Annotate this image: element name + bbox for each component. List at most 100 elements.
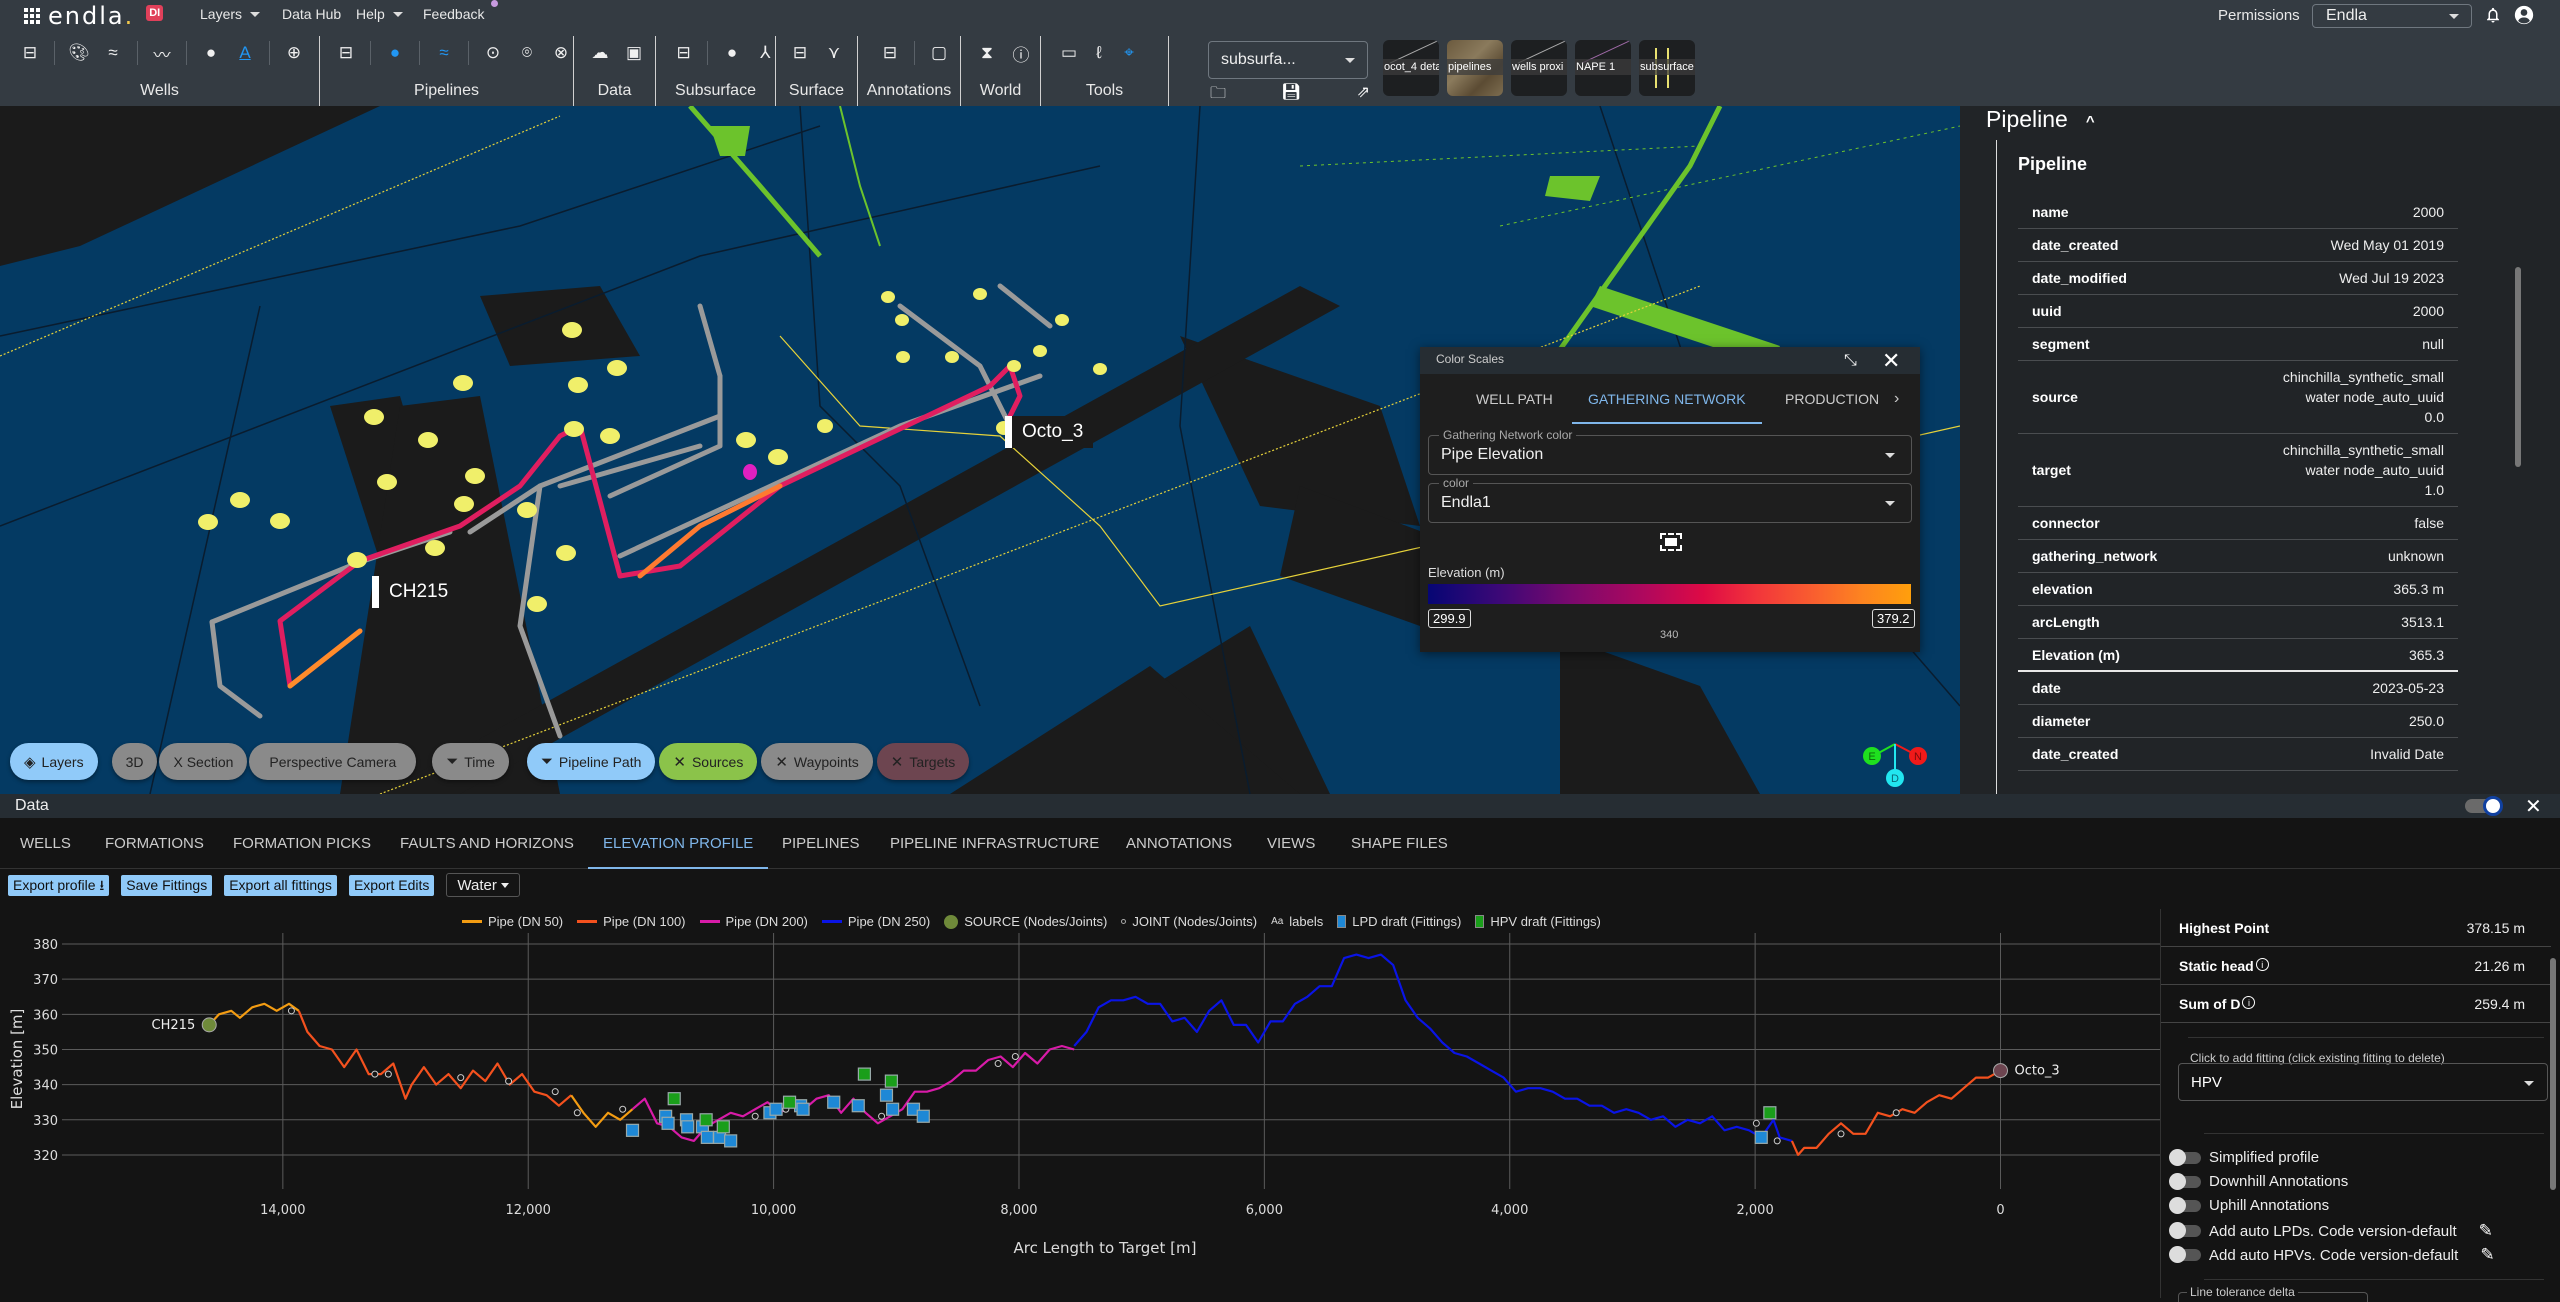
colorbar-min-input[interactable]: 299.9 — [1428, 609, 1471, 628]
apps-grid-icon[interactable] — [24, 8, 40, 24]
line-tolerance-field[interactable]: Line tolerance delta — [2178, 1285, 2368, 1302]
legend-item[interactable]: LPD draft (Fittings) — [1337, 914, 1461, 929]
legend-item[interactable]: Pipe (DN 200) — [699, 914, 808, 929]
tab-pipeline-infrastructure[interactable]: PIPELINE INFRASTRUCTURE — [890, 818, 1099, 869]
double-chevron-icon[interactable]: ≈ — [103, 43, 123, 63]
menu-layers[interactable]: Layers — [200, 6, 261, 22]
database-icon[interactable]: ▣ — [624, 43, 644, 63]
tab-elevation-profile[interactable]: ELEVATION PROFILE — [588, 818, 769, 869]
text-color-icon[interactable]: A — [235, 43, 255, 63]
minimize-icon[interactable]: ⤡ — [1844, 352, 1857, 370]
folder-icon[interactable]: 🗀 — [1210, 82, 1226, 109]
legend-item[interactable]: JOINT (Nodes/Joints) — [1121, 914, 1257, 929]
palette-icon[interactable]: ● — [385, 43, 405, 63]
tab-pipelines[interactable]: PIPELINES — [782, 818, 860, 869]
saved-view-thumb[interactable]: NAPE 1 — [1575, 40, 1631, 96]
palette-icon[interactable]: ● — [722, 43, 741, 63]
bubbles-icon[interactable]: ● — [201, 43, 221, 63]
chip-perspective-camera[interactable]: Perspective Camera — [249, 743, 417, 780]
scrollbar[interactable] — [2515, 267, 2521, 467]
switch[interactable] — [2169, 1196, 2201, 1214]
chip-layers[interactable]: ◈ Layers — [10, 743, 98, 780]
gathering-network-color-select[interactable]: Gathering Network color Pipe Elevation — [1428, 428, 1912, 475]
tab-formations[interactable]: FORMATIONS — [105, 818, 204, 869]
chip-waypoints[interactable]: ✕ Waypoints — [761, 743, 873, 780]
toggle-auto-hpvs[interactable]: Add auto HPVs. Code version-default ✎ — [2169, 1245, 2495, 1265]
tab-faults-and-horizons[interactable]: FAULTS AND HORIZONS — [400, 818, 574, 869]
map-label-octo3[interactable]: Octo_3 — [1005, 416, 1094, 448]
tab-production[interactable]: PRODUCTION — [1785, 374, 1880, 424]
saved-view-thumb[interactable]: subsurface — [1639, 40, 1695, 96]
save-icon[interactable]: 💾︎ — [1281, 82, 1301, 109]
orientation-gizmo[interactable]: E N D — [1860, 734, 1930, 788]
grass-icon[interactable]: ⋎ — [824, 43, 844, 63]
legend-item[interactable]: Pipe (DN 250) — [821, 914, 930, 929]
legend-item[interactable]: Pipe (DN 100) — [577, 914, 686, 929]
double-chevron-icon[interactable]: ≈ — [434, 43, 454, 63]
fluid-select[interactable]: Water — [446, 873, 520, 897]
elevation-profile-chart[interactable]: 320 330 340 350 360 370 380 14,000 12,000 10,000 8… — [0, 929, 2160, 1298]
dock-toggle[interactable] — [2465, 796, 2503, 816]
account-circle-icon[interactable] — [2514, 5, 2534, 25]
menu-data-hub[interactable]: Data Hub — [282, 6, 341, 22]
toggle-simplified-profile[interactable]: Simplified profile — [2169, 1148, 2319, 1166]
colormap-select[interactable]: color Endla1 — [1428, 476, 1912, 523]
chip-x-section[interactable]: X Section — [159, 743, 248, 780]
fit-range-icon[interactable] — [1660, 533, 1682, 551]
info-icon[interactable]: ⓘ — [1011, 43, 1031, 65]
saved-view-select[interactable]: subsurfa... — [1208, 41, 1368, 79]
tab-gathering-network[interactable]: GATHERING NETWORK — [1572, 374, 1762, 424]
export-all-fittings-button[interactable]: Export all fittings — [224, 874, 337, 896]
chip-sources[interactable]: ✕ Sources — [659, 743, 758, 780]
toggle-uphill-annotations[interactable]: Uphill Annotations — [2169, 1196, 2329, 1214]
layout-panel-icon[interactable]: ⊟ — [880, 43, 900, 63]
logo[interactable]: endla. DI — [24, 2, 164, 30]
info-icon[interactable]: i — [2255, 958, 2269, 971]
close-icon[interactable]: ✕ — [2525, 794, 2542, 819]
info-icon[interactable]: i — [2242, 996, 2256, 1009]
fitting-type-select[interactable]: HPV — [2178, 1063, 2548, 1101]
comment-icon[interactable]: ▢ — [929, 43, 949, 63]
saved-view-thumb[interactable]: wells proxi — [1511, 40, 1567, 96]
legend-item[interactable]: HPV draft (Fittings) — [1475, 914, 1601, 929]
switch[interactable] — [2169, 1246, 2201, 1263]
crosshair-icon[interactable]: ⌖ — [1119, 43, 1139, 63]
switch[interactable] — [2169, 1172, 2201, 1190]
tab-views[interactable]: VIEWS — [1267, 818, 1315, 869]
tab-well-path[interactable]: WELL PATH — [1476, 374, 1553, 424]
pipeline-section-header[interactable]: Pipeline ^ — [1986, 106, 2095, 133]
data-panel-header[interactable]: Data ✕ — [0, 794, 2560, 818]
lasso-icon[interactable]: ℓ — [1089, 43, 1109, 63]
edit-icon[interactable]: ✎ — [2480, 1245, 2494, 1265]
chip-pipeline-path[interactable]: ⏷ Pipeline Path — [526, 743, 656, 780]
legend-item[interactable]: Aa labels — [1271, 914, 1323, 929]
tab-annotations[interactable]: ANNOTATIONS — [1126, 818, 1232, 869]
export-profile-button[interactable]: Export profile ⭳ — [8, 874, 110, 896]
add-circle-icon[interactable]: ⊕ — [284, 43, 304, 63]
save-fittings-button[interactable]: Save Fittings — [121, 874, 213, 896]
add-location-icon[interactable]: ⌾ — [517, 43, 537, 63]
chip-time[interactable]: ⏷ Time — [432, 743, 509, 780]
layout-panel-icon[interactable]: ⊟ — [674, 43, 693, 63]
toggle-downhill-annotations[interactable]: Downhill Annotations — [2169, 1172, 2348, 1190]
tab-wells[interactable]: WELLS — [20, 818, 71, 869]
chip-3d[interactable]: 3D — [111, 743, 158, 780]
colorbar-max-input[interactable]: 379.2 — [1872, 609, 1915, 628]
legend-item[interactable]: Pipe (DN 50) — [462, 914, 563, 929]
chevron-right-icon[interactable]: › — [1894, 374, 1899, 424]
switch[interactable] — [2169, 1148, 2201, 1166]
bell-icon[interactable] — [2484, 5, 2502, 25]
scrollbar[interactable] — [2550, 958, 2556, 1190]
chip-targets[interactable]: ✕ Targets — [876, 743, 970, 780]
trend-line-icon[interactable]: 〰 — [152, 43, 172, 65]
saved-view-thumb[interactable]: pipelines — [1447, 40, 1503, 96]
share-icon[interactable]: ⇗ — [1357, 82, 1370, 109]
layout-panel-icon[interactable]: ⊟ — [20, 43, 40, 63]
layout-panel-icon[interactable]: ⊟ — [336, 43, 356, 63]
switch[interactable] — [2169, 1222, 2201, 1239]
ruler-icon[interactable]: ▭ — [1059, 43, 1079, 63]
layout-panel-icon[interactable]: ⊟ — [790, 43, 810, 63]
palette-icon[interactable]: 🎨︎ — [68, 43, 90, 63]
cloud-upload-icon[interactable]: ☁ — [590, 43, 610, 63]
edit-icon[interactable]: ✎ — [2479, 1221, 2493, 1241]
